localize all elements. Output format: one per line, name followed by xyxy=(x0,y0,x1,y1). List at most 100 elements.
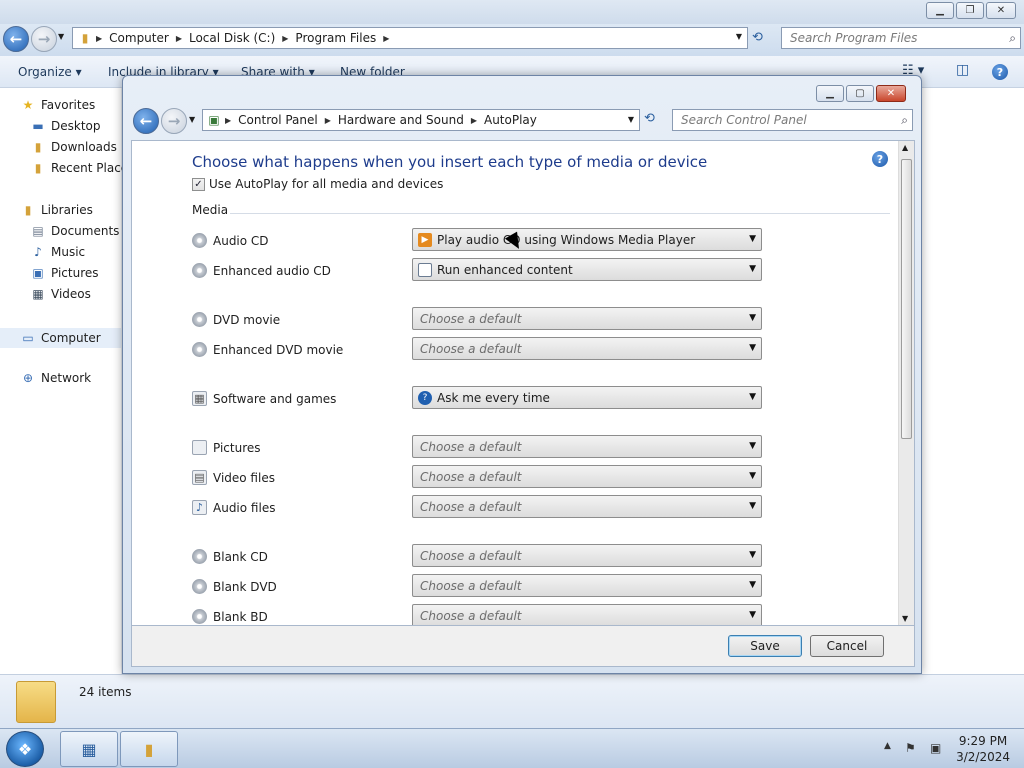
folder-icon: ▮ xyxy=(81,31,89,45)
scroll-up-icon[interactable]: ▲ xyxy=(902,143,908,152)
use-autoplay-checkbox[interactable]: ✓ xyxy=(192,177,205,191)
nav-music[interactable]: ♪ Music xyxy=(30,245,85,259)
row-label: Audio files xyxy=(213,500,276,515)
preview-pane-icon[interactable]: ◫ xyxy=(956,62,969,78)
explorer-address-bar[interactable]: ▮ ▶ Computer ▶ Local Disk (C:) ▶ Program… xyxy=(72,27,748,49)
chevron-right-icon: ▶ xyxy=(324,115,331,125)
blank-cd-select[interactable]: Choose a default ▼ xyxy=(412,544,762,567)
explorer-window-controls: ▁ ❐ ✕ xyxy=(926,2,1016,19)
nav-computer[interactable]: ▭ Computer xyxy=(0,328,121,348)
explorer-titlebar: ▁ ❐ ✕ xyxy=(0,0,1024,24)
back-button[interactable]: ← xyxy=(3,26,29,52)
pictures-select[interactable]: Choose a default ▼ xyxy=(412,435,762,458)
taskbar-explorer-button[interactable]: ▮ xyxy=(120,731,178,767)
nav-videos[interactable]: ▦ Videos xyxy=(30,287,91,301)
nav-label: Music xyxy=(51,245,86,259)
nav-desktop[interactable]: ▬ Desktop xyxy=(30,119,100,133)
folder-icon: ▮ xyxy=(144,739,154,759)
documents-icon: ▤ xyxy=(32,224,44,238)
blank-bd-select[interactable]: Choose a default ▼ xyxy=(412,604,762,625)
breadcrumb-program-files[interactable]: Program Files xyxy=(291,31,380,45)
row-dvd-movie-label: DVD movie xyxy=(192,312,280,327)
folder-icon xyxy=(16,681,56,723)
clock-time: 9:29 PM xyxy=(958,734,1008,748)
breadcrumb-computer[interactable]: Computer xyxy=(105,31,173,45)
enhanced-dvd-movie-select[interactable]: Choose a default ▼ xyxy=(412,337,762,360)
help-icon[interactable]: ? xyxy=(872,151,888,167)
breadcrumb-control-panel[interactable]: Control Panel xyxy=(234,113,322,127)
audio-cd-select[interactable]: ▶ Play audio CD using Windows Media Playe… xyxy=(412,228,762,251)
dialog-address-bar[interactable]: ▣ ▶ Control Panel ▶ Hardware and Sound ▶… xyxy=(202,109,640,131)
scrollbar-thumb[interactable] xyxy=(901,159,912,439)
nav-libraries[interactable]: ▮ Libraries xyxy=(20,203,93,217)
minimize-button[interactable]: ▁ xyxy=(926,2,954,19)
nav-network[interactable]: ⊕ Network xyxy=(20,371,91,385)
network-icon[interactable]: ▣ xyxy=(930,741,941,755)
taskbar-control-panel-button[interactable]: ▦ xyxy=(60,731,118,767)
dvd-icon xyxy=(192,312,207,327)
video-files-select[interactable]: Choose a default ▼ xyxy=(412,465,762,488)
cancel-button[interactable]: Cancel xyxy=(810,635,884,657)
row-label: Video files xyxy=(213,470,275,485)
nav-favorites[interactable]: ★ Favorites xyxy=(20,98,96,112)
row-audio-cd-label: Audio CD xyxy=(192,233,269,248)
recent-pages-dropdown[interactable]: ▼ xyxy=(189,115,195,124)
select-value: Ask me every time xyxy=(437,390,550,405)
chevron-down-icon[interactable]: ▼ xyxy=(628,115,634,124)
recent-pages-dropdown[interactable]: ▼ xyxy=(58,32,64,41)
nav-pictures[interactable]: ▣ Pictures xyxy=(30,266,98,280)
search-icon[interactable]: ⌕ xyxy=(1009,31,1016,46)
help-icon[interactable]: ? xyxy=(992,64,1008,80)
chevron-right-icon: ▶ xyxy=(96,33,103,43)
minimize-button[interactable]: ▁ xyxy=(816,85,844,102)
nav-documents[interactable]: ▤ Documents xyxy=(30,224,119,238)
dvd-movie-select[interactable]: Choose a default ▼ xyxy=(412,307,762,330)
refresh-icon[interactable]: ⟲ xyxy=(752,30,763,45)
search-placeholder: Search Program Files xyxy=(790,31,918,45)
chevron-down-icon: ▼ xyxy=(749,441,756,451)
use-autoplay-option[interactable]: ✓ Use AutoPlay for all media and devices xyxy=(192,177,443,191)
select-value: Choose a default xyxy=(420,499,522,514)
nav-label: Computer xyxy=(41,331,101,345)
software-and-games-select[interactable]: ? Ask me every time ▼ xyxy=(412,386,762,409)
nav-downloads[interactable]: ▮ Downloads xyxy=(30,140,117,154)
dvd-icon xyxy=(192,342,207,357)
select-value: Choose a default xyxy=(420,469,522,484)
maximize-button[interactable]: ▢ xyxy=(846,85,874,102)
save-button[interactable]: Save xyxy=(728,635,802,657)
enhanced-audio-cd-select[interactable]: Run enhanced content ▼ xyxy=(412,258,762,281)
vertical-scrollbar[interactable]: ▲ ▼ xyxy=(898,141,914,625)
forward-button[interactable]: → xyxy=(31,26,57,52)
nav-label: Videos xyxy=(51,287,91,301)
section-media-title: Media xyxy=(192,203,229,217)
autoplay-settings-panel: Choose what happens when you insert each… xyxy=(131,140,915,626)
breadcrumb-local-disk[interactable]: Local Disk (C:) xyxy=(185,31,279,45)
window-icon xyxy=(418,262,432,277)
audio-files-select[interactable]: Choose a default ▼ xyxy=(412,495,762,518)
select-value: Choose a default xyxy=(420,439,522,454)
blank-dvd-select[interactable]: Choose a default ▼ xyxy=(412,574,762,597)
dialog-search-input[interactable]: Search Control Panel ⌕ xyxy=(672,109,913,131)
explorer-search-input[interactable]: Search Program Files ⌕ xyxy=(781,27,1021,49)
organize-menu[interactable]: Organize ▾ xyxy=(18,65,82,79)
nav-recent-places[interactable]: ▮ Recent Places xyxy=(30,161,135,175)
item-count: 24 items xyxy=(79,685,132,699)
forward-button[interactable]: → xyxy=(161,108,187,134)
breadcrumb-autoplay[interactable]: AutoPlay xyxy=(480,113,541,127)
action-center-flag-icon[interactable]: ⚑ xyxy=(905,741,916,755)
desktop-icon: ▬ xyxy=(32,119,44,133)
search-icon[interactable]: ⌕ xyxy=(901,113,908,128)
close-button[interactable]: ✕ xyxy=(986,2,1016,19)
refresh-icon[interactable]: ⟲ xyxy=(644,111,655,126)
libraries-icon: ▮ xyxy=(24,203,32,217)
breadcrumb-hardware-and-sound[interactable]: Hardware and Sound xyxy=(334,113,468,127)
close-button[interactable]: ✕ xyxy=(876,85,906,102)
blank-disc-icon xyxy=(192,579,207,594)
show-hidden-icons[interactable]: ▲ xyxy=(884,741,891,751)
scroll-down-icon[interactable]: ▼ xyxy=(902,614,908,623)
chevron-down-icon[interactable]: ▼ xyxy=(736,32,742,41)
system-clock[interactable]: 9:29 PM 3/2/2024 xyxy=(956,733,1010,765)
back-button[interactable]: ← xyxy=(133,108,159,134)
restore-button[interactable]: ❐ xyxy=(956,2,984,19)
start-button[interactable]: ❖ xyxy=(6,731,44,767)
